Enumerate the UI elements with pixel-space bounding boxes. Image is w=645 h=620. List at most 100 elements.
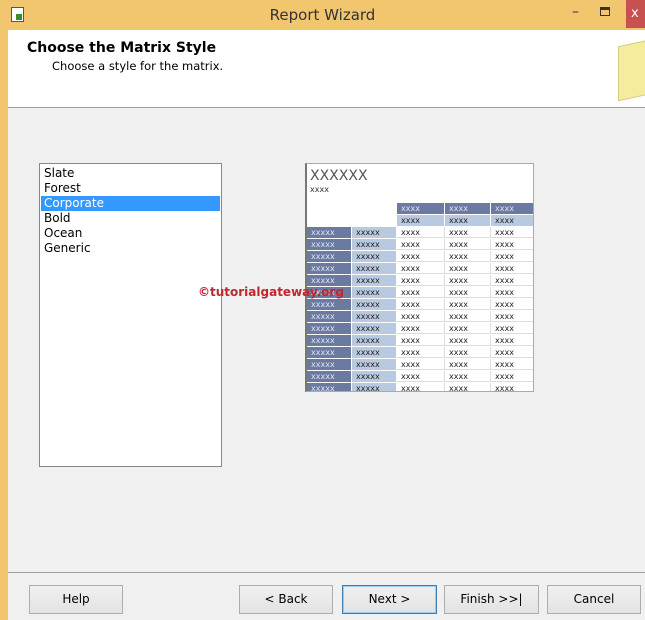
preview-cell: xxxx (397, 323, 445, 334)
preview-cell: xxxx (491, 383, 533, 391)
preview-row-header: xxxxx (307, 299, 352, 310)
preview-row-header: xxxxx (352, 335, 397, 346)
title-bar: Report Wizard – x (0, 0, 645, 30)
preview-cell: xxxx (445, 383, 491, 391)
preview-subtitle: xxxx (310, 185, 329, 194)
preview-row-header: xxxxx (352, 347, 397, 358)
preview-cell: xxxx (491, 371, 533, 382)
preview-cell: xxxx (491, 227, 533, 238)
preview-row: xxxxx xxxxx xxxx xxxx xxxx (307, 251, 533, 263)
style-option-bold[interactable]: Bold (41, 211, 220, 226)
preview-row-header: xxxxx (307, 383, 352, 391)
finish-button[interactable]: Finish >>| (444, 585, 539, 614)
preview-row-header: xxxxx (352, 371, 397, 382)
preview-cell: xxxx (397, 383, 445, 391)
preview-cell: xxxx (491, 347, 533, 358)
preview-row: xxxxx xxxxx xxxx xxxx xxxx (307, 335, 533, 347)
cancel-button[interactable]: Cancel (547, 585, 641, 614)
back-button[interactable]: < Back (239, 585, 333, 614)
preview-row-header: xxxxx (352, 383, 397, 391)
next-button[interactable]: Next > (342, 585, 437, 614)
preview-column-header: xxxx (397, 203, 445, 214)
preview-row-header: xxxxx (307, 311, 352, 322)
preview-cell: xxxx (491, 263, 533, 274)
preview-column-header: xxxx (491, 203, 533, 214)
preview-cell: xxxx (491, 359, 533, 370)
style-option-corporate[interactable]: Corporate (41, 196, 220, 211)
preview-cell: xxxx (491, 239, 533, 250)
preview-row-header: xxxxx (307, 227, 352, 238)
preview-cell: xxxx (445, 251, 491, 262)
preview-row-header: xxxxx (352, 275, 397, 286)
minimize-button[interactable]: – (572, 4, 579, 20)
preview-row-header: xxxxx (352, 311, 397, 322)
preview-row-header: xxxxx (352, 323, 397, 334)
preview-row: xxxxx xxxxx xxxx xxxx xxxx (307, 347, 533, 359)
page-subtitle: Choose a style for the matrix. (52, 59, 224, 73)
preview-cell: xxxx (397, 275, 445, 286)
preview-cell: xxxx (445, 275, 491, 286)
preview-row-header: xxxxx (352, 287, 397, 298)
preview-cell: xxxx (445, 347, 491, 358)
preview-row-header: xxxxx (307, 323, 352, 334)
preview-cell: xxxx (491, 323, 533, 334)
preview-cell: xxxx (445, 239, 491, 250)
preview-cell: xxxx (445, 371, 491, 382)
wizard-graphic-icon (618, 37, 645, 102)
watermark: ©tutorialgateway.org (198, 285, 344, 299)
window-title: Report Wizard (269, 6, 376, 24)
preview-row-header: xxxxx (307, 239, 352, 250)
preview-row-header: xxxxx (352, 239, 397, 250)
preview-cell: xxxx (397, 335, 445, 346)
preview-cell: xxxx (445, 311, 491, 322)
style-option-ocean[interactable]: Ocean (41, 226, 220, 241)
preview-row-header: xxxxx (352, 299, 397, 310)
style-listbox[interactable]: Slate Forest Corporate Bold Ocean Generic (39, 163, 222, 467)
preview-column-header: xxxx (397, 215, 445, 226)
preview-row-header: xxxxx (307, 371, 352, 382)
preview-corner (352, 203, 397, 214)
preview-row: xxxxx xxxxx xxxx xxxx xxxx (307, 239, 533, 251)
preview-cell: xxxx (491, 251, 533, 262)
preview-title: XXXXXX (310, 168, 368, 184)
preview-cell: xxxx (397, 251, 445, 262)
preview-cell: xxxx (397, 227, 445, 238)
close-button[interactable]: x (626, 0, 645, 28)
preview-cell: xxxx (445, 287, 491, 298)
preview-cell: xxxx (445, 227, 491, 238)
preview-row: xxxxx xxxxx xxxx xxxx xxxx (307, 359, 533, 371)
preview-cell: xxxx (491, 275, 533, 286)
preview-row: xxxxx xxxxx xxxx xxxx xxxx (307, 263, 533, 275)
preview-row-header: xxxxx (352, 251, 397, 262)
style-option-slate[interactable]: Slate (41, 166, 220, 181)
preview-row-header: xxxxx (307, 335, 352, 346)
preview-cell: xxxx (397, 299, 445, 310)
preview-row: xxxxx xxxxx xxxx xxxx xxxx (307, 311, 533, 323)
preview-corner (352, 215, 397, 226)
preview-cell: xxxx (397, 347, 445, 358)
maximize-button[interactable] (600, 7, 610, 16)
wizard-header: Choose the Matrix Style Choose a style f… (8, 30, 645, 108)
style-option-generic[interactable]: Generic (41, 241, 220, 256)
preview-row-header: xxxxx (307, 263, 352, 274)
preview-row-header: xxxxx (352, 227, 397, 238)
preview-row: xxxxx xxxxx xxxx xxxx xxxx (307, 227, 533, 239)
preview-cell: xxxx (397, 359, 445, 370)
preview-column-header: xxxx (445, 215, 491, 226)
preview-cell: xxxx (445, 299, 491, 310)
preview-cell: xxxx (445, 335, 491, 346)
style-option-forest[interactable]: Forest (41, 181, 220, 196)
preview-row: xxxxx xxxxx xxxx xxxx xxxx (307, 383, 533, 391)
preview-row-header: xxxxx (307, 359, 352, 370)
page-title: Choose the Matrix Style (27, 40, 217, 56)
preview-cell: xxxx (445, 323, 491, 334)
preview-row: xxxx xxxx xxxx (307, 215, 533, 227)
preview-column-header: xxxx (491, 215, 533, 226)
preview-row: xxxxx xxxxx xxxx xxxx xxxx (307, 323, 533, 335)
preview-cell: xxxx (397, 287, 445, 298)
preview-cell: xxxx (445, 263, 491, 274)
preview-cell: xxxx (491, 335, 533, 346)
preview-row-header: xxxxx (352, 263, 397, 274)
preview-row-header: xxxxx (307, 347, 352, 358)
help-button[interactable]: Help (29, 585, 123, 614)
